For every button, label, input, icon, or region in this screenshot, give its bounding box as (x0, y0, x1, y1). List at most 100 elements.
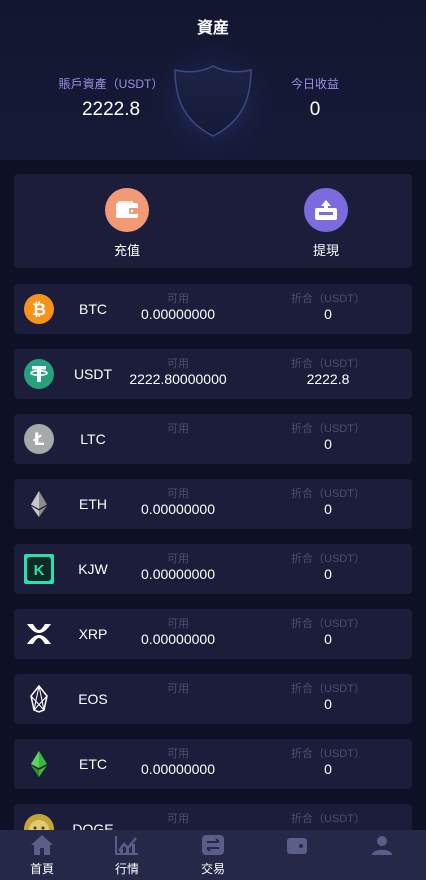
today-profit-label: 今日收益 (290, 77, 339, 91)
available-value: 0.00000000 (141, 566, 215, 582)
ltc-icon: Ł (24, 424, 54, 454)
today-profit-value: 0 (309, 99, 321, 120)
home-icon (29, 833, 55, 857)
converted-label: 折合（USDT） (291, 813, 365, 825)
wallet-nav-icon (284, 833, 310, 857)
etc-icon (24, 749, 54, 779)
converted-label: 折合（USDT） (291, 618, 365, 630)
usdt-icon (24, 359, 54, 389)
converted-label: 折合（USDT） (291, 423, 365, 435)
asset-row-etc[interactable]: ETC 可用 0.00000000 折合（USDT） 0 (14, 739, 412, 789)
today-profit-stat: 今日收益 0 (240, 75, 390, 121)
converted-column: 折合（USDT） 0 (268, 680, 388, 712)
deposit-button[interactable]: 充值 (82, 188, 172, 259)
converted-value: 0 (324, 306, 332, 322)
nav-market[interactable]: 行情 (92, 833, 162, 877)
available-label: 可用 (167, 423, 189, 435)
converted-value: 0 (324, 501, 332, 517)
converted-value: 0 (324, 566, 332, 582)
available-column: 可用 0.00000000 (118, 745, 238, 777)
converted-column: 折合（USDT） 2222.8 (268, 355, 388, 387)
converted-column: 折合（USDT） 0 (268, 485, 388, 517)
converted-value: 2222.8 (306, 371, 350, 387)
available-label: 可用 (167, 813, 189, 825)
withdraw-label: 提現 (312, 243, 339, 258)
nav-mine[interactable] (347, 833, 417, 860)
converted-column: 折合（USDT） (268, 810, 388, 826)
available-column: 可用 0.00000000 (118, 290, 238, 322)
available-column: 可用 0.00000000 (118, 550, 238, 582)
converted-label: 折合（USDT） (291, 683, 365, 695)
available-column: 可用 0.00000000 (118, 615, 238, 647)
available-column: 可用 (118, 810, 238, 826)
asset-row-xrp[interactable]: XRP 可用 0.00000000 折合（USDT） 0 (14, 609, 412, 659)
converted-column: 折合（USDT） 0 (268, 615, 388, 647)
svg-text:K: K (34, 562, 45, 579)
converted-value: 0 (324, 631, 332, 647)
asset-row-eth[interactable]: ETH 可用 0.00000000 折合（USDT） 0 (14, 479, 412, 529)
available-column: 可用 2222.80000000 (118, 355, 238, 387)
converted-value: 0 (324, 761, 332, 777)
nav-assets[interactable] (262, 833, 332, 860)
available-label: 可用 (167, 618, 189, 630)
user-icon (369, 833, 395, 857)
converted-label: 折合（USDT） (291, 748, 365, 760)
svg-text:₿: ₿ (32, 300, 46, 320)
nav-trade[interactable]: 交易 (178, 833, 248, 877)
asset-row-usdt[interactable]: USDT 可用 2222.80000000 折合（USDT） 2222.8 (14, 349, 412, 399)
asset-row-kjw[interactable]: K KJW 可用 0.00000000 折合（USDT） 0 (14, 544, 412, 594)
available-label: 可用 (167, 293, 189, 305)
converted-column: 折合（USDT） 0 (268, 420, 388, 452)
account-assets-label: 賬戶資產（USDT） (58, 77, 164, 91)
asset-row-btc[interactable]: ₿ BTC 可用 0.00000000 折合（USDT） 0 (14, 284, 412, 334)
nav-market-label: 行情 (114, 862, 139, 876)
available-value: 2222.80000000 (129, 371, 227, 387)
withdraw-icon (304, 188, 348, 232)
asset-list: ₿ BTC 可用 0.00000000 折合（USDT） 0 USDT 可用 2… (14, 284, 412, 869)
xrp-icon (24, 619, 54, 649)
assets-page: 資産 賬戶資產（USDT） 2222.8 今日收益 0 充值 提現 ₿ BTC … (0, 0, 426, 880)
eos-icon (24, 684, 54, 714)
converted-label: 折合（USDT） (291, 293, 365, 305)
available-value: 0.00000000 (141, 306, 215, 322)
converted-column: 折合（USDT） 0 (268, 290, 388, 322)
kjw-icon: K (24, 554, 54, 584)
eth-icon (24, 489, 54, 519)
converted-column: 折合（USDT） 0 (268, 550, 388, 582)
available-label: 可用 (167, 553, 189, 565)
deposit-label: 充值 (113, 243, 140, 258)
available-value: 0.00000000 (141, 631, 215, 647)
account-assets-value: 2222.8 (81, 99, 141, 120)
wallet-icon (105, 188, 149, 232)
converted-column: 折合（USDT） 0 (268, 745, 388, 777)
available-value: 0.00000000 (141, 501, 215, 517)
action-card: 充值 提現 (14, 174, 412, 268)
bottom-nav: 首頁 行情 交易 (0, 830, 426, 880)
asset-row-eos[interactable]: EOS 可用 折合（USDT） 0 (14, 674, 412, 724)
assets-header: 資産 賬戶資產（USDT） 2222.8 今日收益 0 (0, 0, 426, 160)
withdraw-button[interactable]: 提現 (281, 188, 371, 259)
nav-home-label: 首頁 (29, 862, 54, 876)
page-title: 資産 (196, 20, 229, 37)
asset-row-ltc[interactable]: Ł LTC 可用 折合（USDT） 0 (14, 414, 412, 464)
converted-label: 折合（USDT） (291, 553, 365, 565)
converted-value: 0 (324, 436, 332, 452)
nav-trade-label: 交易 (200, 862, 225, 876)
available-column: 可用 0.00000000 (118, 485, 238, 517)
available-label: 可用 (167, 748, 189, 760)
nav-home[interactable]: 首頁 (7, 833, 77, 877)
available-label: 可用 (167, 488, 189, 500)
converted-label: 折合（USDT） (291, 358, 365, 370)
btc-icon: ₿ (24, 294, 54, 324)
available-column: 可用 (118, 680, 238, 696)
converted-value: 0 (324, 696, 332, 712)
account-assets-stat: 賬戶資產（USDT） 2222.8 (36, 75, 186, 121)
chart-icon (114, 833, 140, 857)
swap-icon (200, 833, 226, 857)
available-value: 0.00000000 (141, 761, 215, 777)
available-column: 可用 (118, 420, 238, 436)
converted-label: 折合（USDT） (291, 488, 365, 500)
available-label: 可用 (167, 358, 189, 370)
svg-text:Ł: Ł (33, 430, 45, 450)
available-label: 可用 (167, 683, 189, 695)
